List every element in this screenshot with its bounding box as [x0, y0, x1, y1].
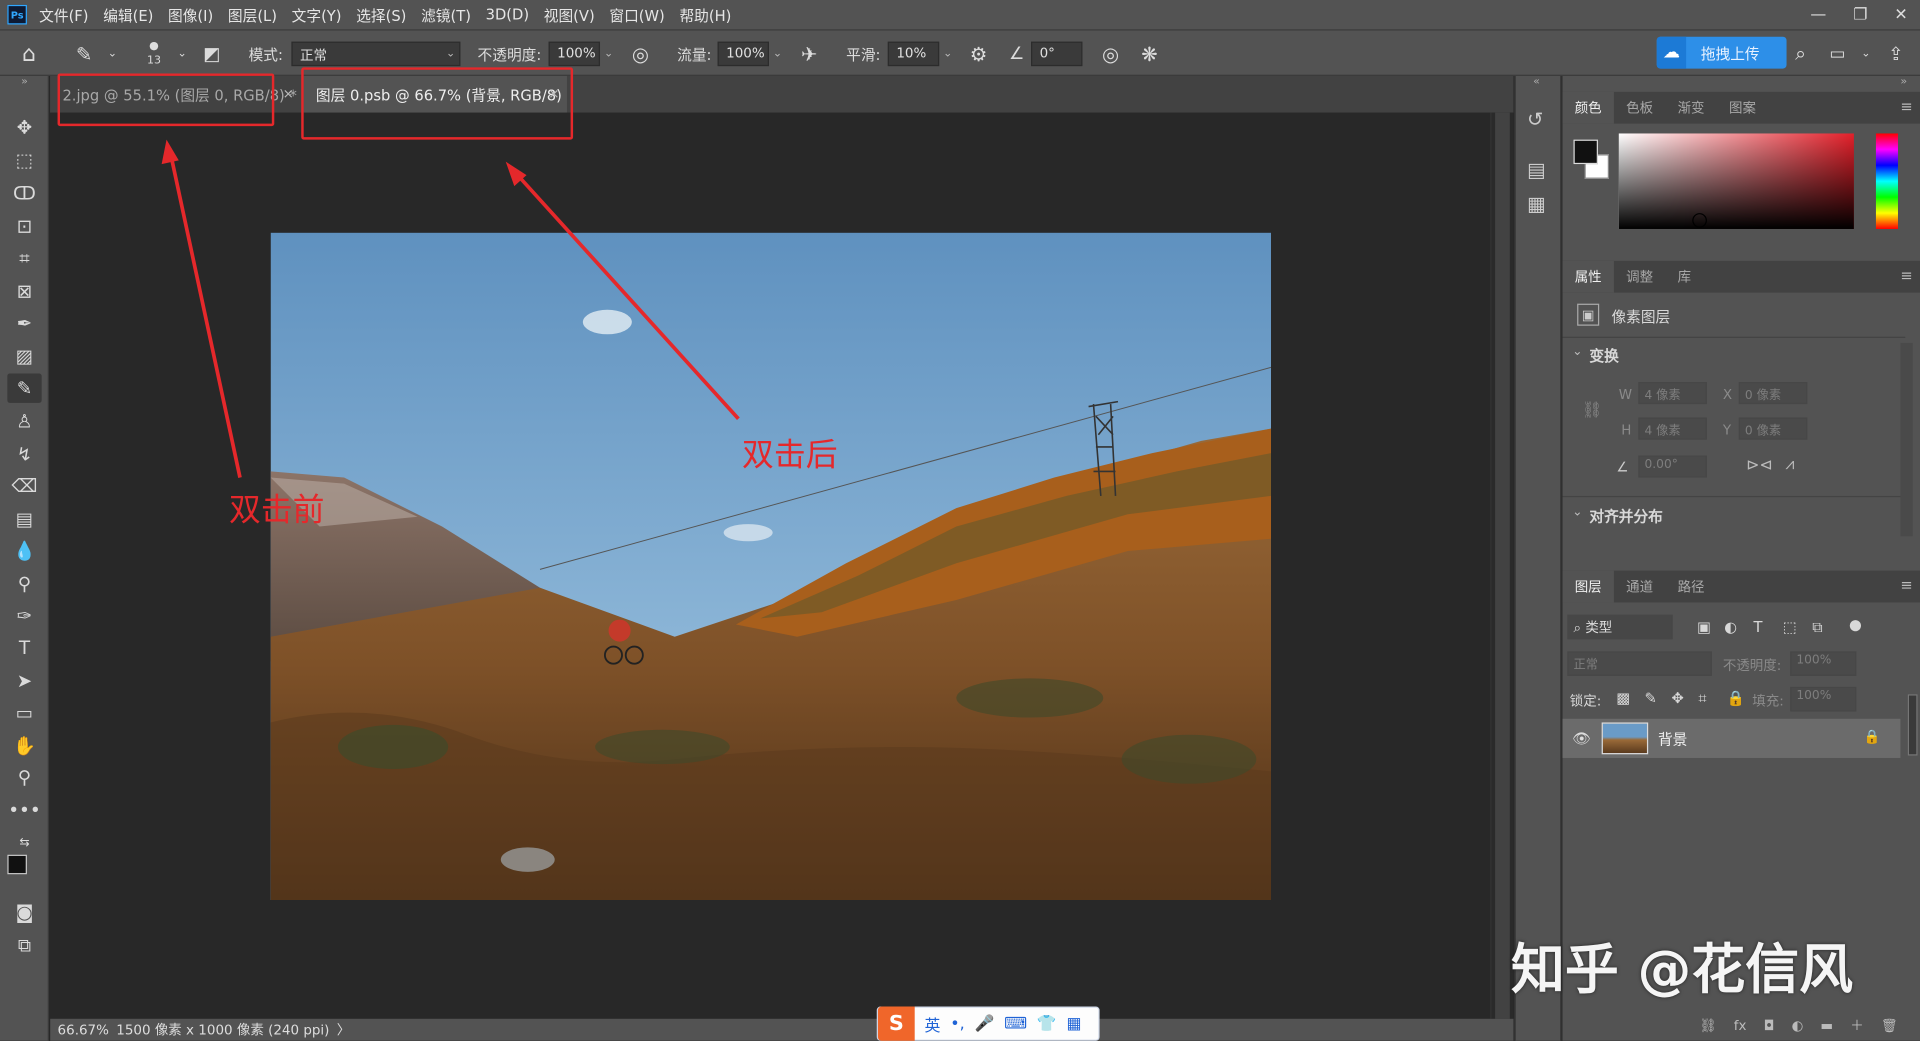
filter-adjustment-icon[interactable]: ◐ — [1724, 618, 1737, 635]
collapse-icon[interactable]: » — [1900, 76, 1907, 88]
punctuation-icon[interactable]: •, — [950, 1014, 964, 1032]
tab-properties[interactable]: 属性 — [1562, 260, 1614, 293]
lock-transparent-icon[interactable]: ▩ — [1616, 689, 1630, 706]
search-icon: ⌕ — [1573, 619, 1586, 636]
tab-gradients[interactable]: 渐变 — [1665, 92, 1716, 124]
color-panel-tabs: 颜色 色板 渐变 图案 ≡ — [1562, 91, 1920, 124]
filter-shape-icon[interactable]: ⬚ — [1783, 618, 1797, 635]
w-label: W — [1618, 386, 1633, 403]
color-picker-cursor[interactable] — [1692, 213, 1707, 228]
annotation-after: 双击后 — [742, 437, 838, 474]
panel-menu-icon[interactable]: ≡ — [1900, 267, 1912, 284]
filter-type-icon[interactable]: T — [1753, 618, 1762, 635]
tab-libraries[interactable]: 库 — [1665, 261, 1703, 293]
y-label: Y — [1722, 422, 1732, 439]
toolbox-icon[interactable]: ▦ — [1067, 1014, 1082, 1032]
panel-strip: « ↺ ▤ ▦ — [1514, 75, 1562, 1041]
transform-section-label[interactable]: 变换 — [1589, 345, 1618, 366]
tab-patterns[interactable]: 图案 — [1717, 92, 1768, 124]
tab-swatches[interactable]: 色板 — [1614, 92, 1665, 124]
lock-position-icon[interactable]: ✥ — [1671, 689, 1683, 706]
tab-color[interactable]: 颜色 — [1562, 91, 1614, 124]
layer-opacity-input[interactable]: 100% — [1790, 651, 1857, 676]
status-bar: 66.67% 1500 像素 x 1000 像素 (240 ppi) 〉 — [50, 1018, 1514, 1041]
new-layer-icon[interactable]: ＋ — [1850, 1015, 1863, 1035]
divider — [1562, 336, 1906, 338]
right-panels: » 颜色 色板 渐变 图案 ≡ 属性 调整 库 ≡ ▣ 像素图层 ⌄ 变换 ⛓ … — [1562, 75, 1920, 1041]
sogou-logo[interactable]: S — [877, 1006, 915, 1041]
foreground-color-swatch[interactable] — [1573, 139, 1598, 165]
h-label: H — [1621, 422, 1632, 439]
layer-name[interactable]: 背景 — [1658, 729, 1687, 750]
properties-panel-tabs: 属性 调整 库 ≡ — [1562, 260, 1920, 293]
zoom-level[interactable]: 66.67% — [58, 1022, 109, 1038]
layer-filter-select[interactable]: ⌕ 类型 — [1567, 614, 1673, 640]
ime-toolbar: S 英 •, 🎤 ⌨ 👕 ▦ — [876, 1006, 1100, 1041]
fx-icon[interactable]: fx — [1734, 1017, 1747, 1033]
trash-icon[interactable]: 🗑 — [1881, 1017, 1898, 1033]
flip-vertical-icon[interactable]: ⩘ — [1785, 456, 1794, 474]
flip-horizontal-icon[interactable]: ⊳⊲ — [1746, 457, 1773, 475]
notes-icon[interactable]: ▦ — [1527, 192, 1546, 215]
blend-mode-select[interactable]: 正常 — [1567, 651, 1712, 676]
lock-artboard-icon[interactable]: ⌗ — [1698, 689, 1706, 707]
hue-slider[interactable] — [1875, 133, 1898, 229]
tab-paths[interactable]: 路径 — [1665, 571, 1716, 603]
filter-smart-object-icon[interactable]: ⧉ — [1812, 618, 1823, 636]
history-icon[interactable]: ↺ — [1527, 108, 1543, 131]
lock-icon: 🔒 — [1863, 728, 1881, 745]
microphone-icon[interactable]: 🎤 — [974, 1014, 994, 1032]
layer-type-label: 像素图层 — [1611, 308, 1671, 326]
angle-icon: ∠ — [1616, 459, 1629, 476]
layer-thumbnail — [1601, 722, 1649, 755]
lock-all-icon[interactable]: 🔒 — [1727, 689, 1745, 706]
status-menu-icon[interactable]: 〉 — [337, 1020, 350, 1040]
tab-channels[interactable]: 通道 — [1614, 571, 1665, 603]
collapse-icon[interactable]: « — [1533, 76, 1540, 88]
height-input[interactable]: 4 像素 — [1638, 417, 1707, 440]
skin-icon[interactable]: 👕 — [1037, 1014, 1057, 1032]
adjustment-layer-icon[interactable]: ◐ — [1791, 1017, 1803, 1033]
chevron-down-icon[interactable]: ⌄ — [1572, 506, 1582, 519]
eye-icon[interactable]: 👁 — [1572, 730, 1591, 747]
document-info: 1500 像素 x 1000 像素 (240 ppi) — [116, 1022, 330, 1039]
panel-menu-icon[interactable]: ≡ — [1900, 98, 1912, 115]
layers-scrollbar[interactable] — [1907, 694, 1918, 756]
rotation-input[interactable]: 0.00° — [1638, 455, 1707, 478]
y-input[interactable]: 0 像素 — [1738, 417, 1808, 440]
annotation-before: 双击前 — [228, 492, 325, 529]
ime-language[interactable]: 英 — [924, 1012, 940, 1035]
pixel-layer-icon: ▣ — [1577, 303, 1600, 326]
filter-pixel-icon[interactable]: ▣ — [1697, 618, 1711, 635]
width-input[interactable]: 4 像素 — [1638, 382, 1707, 405]
link-layers-icon[interactable]: ⛓ — [1700, 1017, 1717, 1033]
link-icon[interactable]: ⛓ — [1582, 402, 1602, 420]
divider — [1562, 495, 1906, 498]
x-input[interactable]: 0 像素 — [1738, 382, 1808, 405]
keyboard-icon[interactable]: ⌨ — [1004, 1014, 1027, 1032]
filter-toggle-icon[interactable]: ● — [1849, 616, 1862, 633]
layer-row-background[interactable]: 👁 背景 🔒 — [1562, 718, 1901, 758]
x-label: X — [1722, 386, 1733, 403]
align-section-label[interactable]: 对齐并分布 — [1589, 506, 1662, 527]
layers-panel-tabs: 图层 通道 路径 ≡ — [1562, 570, 1920, 603]
layer-opacity-label: 不透明度: — [1722, 657, 1782, 674]
lock-label: 锁定: — [1569, 693, 1602, 709]
add-mask-icon[interactable]: ◘ — [1764, 1017, 1775, 1033]
color-field[interactable] — [1618, 133, 1854, 229]
photoshop-window: Ps 文件(F) 编辑(E) 图像(I) 图层(L) 文字(Y) 选择(S) 滤… — [0, 0, 1920, 1041]
properties-scrollbar[interactable] — [1900, 342, 1913, 537]
fill-input[interactable]: 100% — [1790, 686, 1857, 712]
layers-bottom-bar: ⛓ fx ◘ ◐ ▬ ＋ 🗑 — [1562, 1009, 1920, 1041]
new-group-icon[interactable]: ▬ — [1820, 1017, 1833, 1033]
tab-layers[interactable]: 图层 — [1562, 570, 1614, 603]
properties-icon[interactable]: ▤ — [1527, 158, 1546, 181]
tab-adjustments[interactable]: 调整 — [1614, 261, 1665, 293]
lock-image-icon[interactable]: ✎ — [1645, 689, 1657, 706]
watermark: 知乎 @花信风 — [1511, 939, 1854, 1002]
fill-label: 填充: — [1752, 693, 1784, 709]
panel-menu-icon[interactable]: ≡ — [1900, 577, 1912, 594]
chevron-down-icon[interactable]: ⌄ — [1572, 345, 1582, 358]
